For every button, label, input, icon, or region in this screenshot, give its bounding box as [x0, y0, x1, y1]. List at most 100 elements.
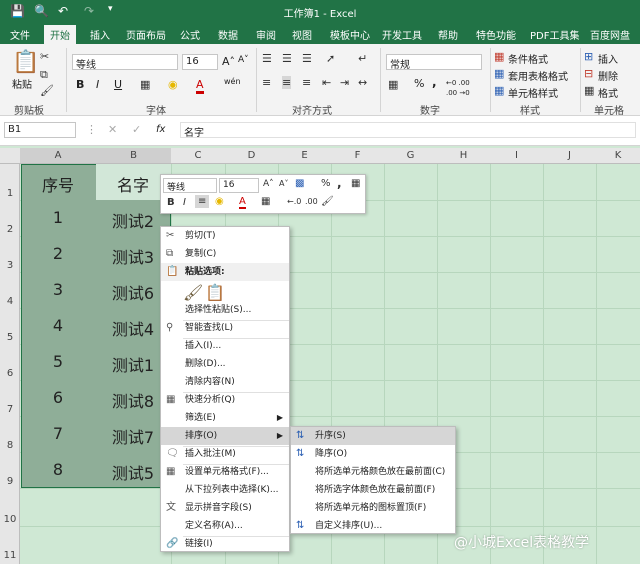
submenu-item-sort-descending[interactable]: ⇅ 降序(O) [291, 445, 455, 463]
column-header-e[interactable]: E [278, 150, 331, 161]
formula-input[interactable]: 名字 [180, 122, 636, 138]
mini-center-icon[interactable]: ≡ [195, 195, 210, 208]
grow-font-button[interactable]: A˄ [222, 55, 235, 68]
submenu-item-sort-ascending[interactable]: ⇅ 升序(S) [291, 427, 455, 445]
menu-item-pick-from-list[interactable]: 从下拉列表中选择(K)... [161, 481, 289, 499]
row-header[interactable]: 11 [0, 550, 20, 561]
cell-a1[interactable]: 序号 [21, 172, 95, 196]
paste-icon[interactable]: 📋 [12, 50, 39, 75]
column-header-k[interactable]: K [596, 150, 640, 161]
mini-format-painter-icon[interactable]: 🖌 [321, 196, 334, 207]
delete-cells-button[interactable]: 删除 [598, 68, 618, 83]
shrink-font-button[interactable]: A˅ [238, 55, 249, 65]
copy-icon[interactable]: ⧉ [40, 68, 48, 82]
format-cells-button[interactable]: 格式 [598, 85, 618, 100]
cell-b7[interactable]: 测试8 [96, 388, 170, 412]
tab-help[interactable]: 帮助 [438, 27, 458, 42]
cell-a5[interactable]: 4 [21, 316, 95, 335]
column-header-a[interactable]: A [20, 148, 96, 163]
delete-cells-icon[interactable]: ⊟ [584, 67, 593, 80]
menu-item-insert-comment[interactable]: 🗨 插入批注(M) [161, 445, 289, 463]
cell-a2[interactable]: 1 [21, 208, 95, 227]
italic-button[interactable]: I [96, 78, 99, 91]
format-painter-icon[interactable]: 🖌 [40, 84, 54, 97]
cell-b8[interactable]: 测试7 [96, 424, 170, 448]
row-header[interactable]: 4 [0, 296, 20, 307]
cell-a9[interactable]: 8 [21, 460, 95, 479]
cell-b5[interactable]: 测试4 [96, 316, 170, 340]
cancel-icon[interactable]: ✕ [108, 123, 117, 136]
cell-styles-button[interactable]: 单元格样式 [508, 85, 558, 100]
tab-view[interactable]: 视图 [292, 27, 312, 42]
column-header-f[interactable]: F [331, 150, 384, 161]
tab-data[interactable]: 数据 [218, 27, 238, 42]
row-header[interactable]: 5 [0, 332, 20, 343]
column-header-d[interactable]: D [225, 150, 278, 161]
mini-decimal-dec-icon[interactable]: .00 [305, 197, 318, 206]
cell-b2[interactable]: 测试2 [96, 208, 170, 232]
bold-button[interactable]: B [76, 78, 84, 91]
tab-formulas[interactable]: 公式 [180, 27, 200, 42]
decrease-indent-icon[interactable]: ⇤ [322, 76, 331, 89]
mini-percent-icon[interactable]: % [321, 178, 331, 189]
paste-option-icon[interactable]: 🖌 [183, 283, 203, 302]
submenu-item-icon-first[interactable]: 将所选单元格的图标置顶(F) [291, 499, 455, 517]
mini-font-color-button[interactable]: A [239, 196, 246, 209]
column-header-g[interactable]: G [384, 150, 437, 161]
tab-baidu[interactable]: 百度网盘 [590, 27, 630, 42]
font-name-dropdown[interactable]: 等线 [72, 54, 178, 70]
mini-borders-icon[interactable]: ▦ [261, 196, 270, 207]
mini-format-icon[interactable]: ▦ [351, 178, 360, 189]
cut-icon[interactable]: ✂ [40, 50, 49, 63]
column-header-h[interactable]: H [437, 150, 490, 161]
paste-option-clipboard-icon[interactable]: 📋 [205, 283, 225, 302]
submenu-item-font-color-first[interactable]: 将所选字体颜色放在最前面(F) [291, 481, 455, 499]
align-top-icon[interactable]: ☰ [262, 52, 272, 65]
column-header-i[interactable]: I [490, 150, 543, 161]
menu-item-insert[interactable]: 插入(I)... [161, 337, 289, 355]
tab-review[interactable]: 审阅 [256, 27, 276, 42]
menu-item-quick-analysis[interactable]: ▦ 快速分析(Q) [161, 391, 289, 409]
mini-fill-icon[interactable]: ◉ [215, 196, 224, 207]
mini-size-dropdown[interactable]: 16 [219, 178, 259, 193]
align-left-icon[interactable]: ≡ [262, 76, 271, 89]
cell-a7[interactable]: 6 [21, 388, 95, 407]
submenu-item-cell-color-first[interactable]: 将所选单元格颜色放在最前面(C) [291, 463, 455, 481]
cell-b1[interactable]: 名字 [96, 172, 170, 196]
menu-item-format-cells[interactable]: ▦ 设置单元格格式(F)... [161, 463, 289, 481]
mini-comma-icon[interactable]: , [337, 176, 342, 190]
insert-cells-button[interactable]: 插入 [598, 51, 618, 66]
cell-b4[interactable]: 测试6 [96, 280, 170, 304]
paste-button[interactable]: 粘贴 [12, 76, 32, 91]
format-cells-icon[interactable]: ▦ [584, 84, 594, 97]
row-header[interactable]: 1 [0, 188, 20, 199]
row-header[interactable]: 7 [0, 404, 20, 415]
align-middle-icon[interactable]: ☰ [282, 52, 292, 65]
row-header[interactable]: 9 [0, 476, 20, 487]
menu-item-sort[interactable]: 排序(O) ▶ [161, 427, 289, 445]
phonetic-button[interactable]: wén [224, 77, 241, 86]
column-header-c[interactable]: C [171, 150, 225, 161]
align-center-icon[interactable]: ≡ [282, 76, 292, 89]
tab-developer[interactable]: 开发工具 [382, 27, 422, 42]
mini-italic-button[interactable]: I [183, 197, 186, 208]
submenu-item-custom-sort[interactable]: ⇅ 自定义排序(U)... [291, 517, 455, 535]
column-header-j[interactable]: J [543, 150, 596, 161]
enter-icon[interactable]: ✓ [132, 123, 141, 136]
tab-features[interactable]: 特色功能 [476, 27, 516, 42]
increase-indent-icon[interactable]: ⇥ [340, 76, 349, 89]
font-size-dropdown[interactable]: 16 [182, 54, 218, 70]
cell-b9[interactable]: 测试5 [96, 460, 170, 484]
tab-home[interactable]: 开始 [44, 25, 76, 44]
merge-center-icon[interactable]: ↔ [358, 76, 367, 89]
menu-item-delete[interactable]: 删除(D)... [161, 355, 289, 373]
borders-icon[interactable]: ▦ [140, 78, 150, 91]
accounting-format-icon[interactable]: ▦ [388, 78, 398, 91]
wrap-text-icon[interactable]: ↵ [358, 52, 367, 65]
comma-button[interactable]: , [432, 75, 437, 89]
tab-pdf[interactable]: PDF工具集 [530, 27, 579, 42]
row-header[interactable]: 8 [0, 440, 20, 451]
cell-b6[interactable]: 测试1 [96, 352, 170, 376]
name-box[interactable]: B1 [4, 122, 76, 138]
mini-grow-font-icon[interactable]: A˄ [263, 179, 274, 189]
